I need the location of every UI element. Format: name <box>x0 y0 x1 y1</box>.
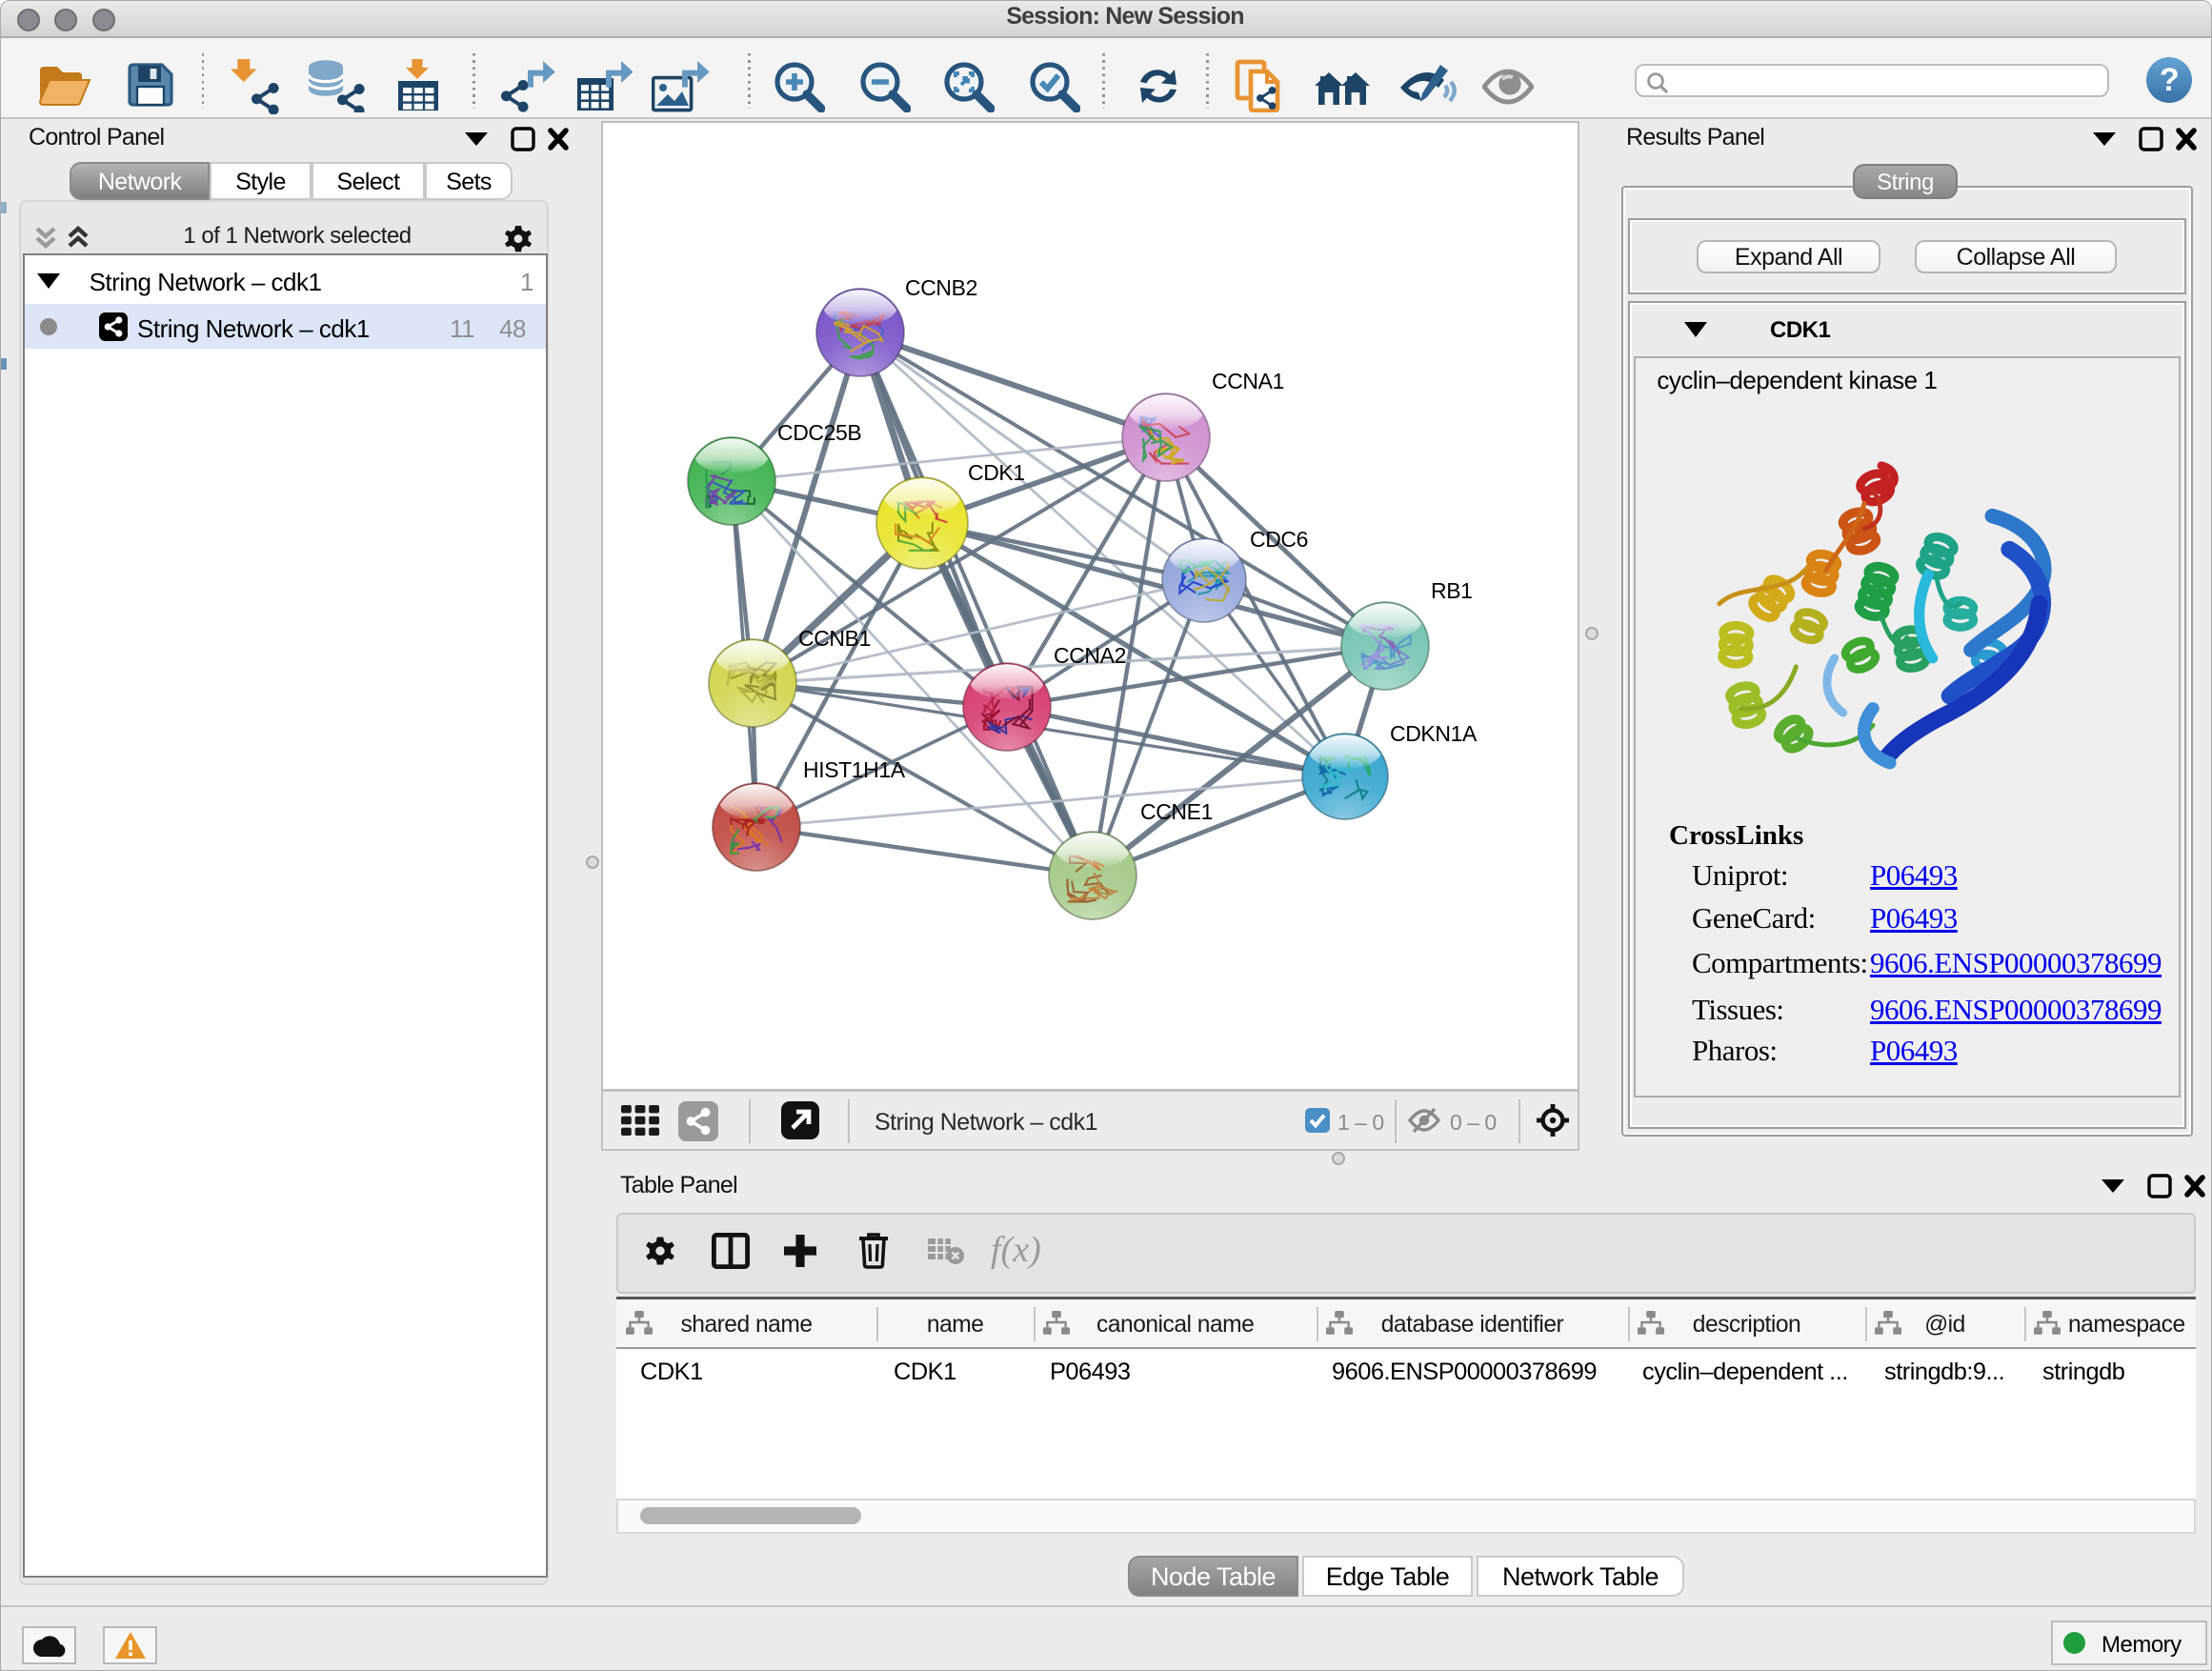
svg-text:CCNE1: CCNE1 <box>1140 799 1213 824</box>
svg-text:CCNB1: CCNB1 <box>798 626 871 651</box>
svg-text:CDC25B: CDC25B <box>777 420 861 445</box>
svg-text:CDK1: CDK1 <box>968 460 1025 485</box>
svg-text:HIST1H1A: HIST1H1A <box>803 757 906 782</box>
svg-text:CCNB2: CCNB2 <box>905 275 977 300</box>
svg-text:RB1: RB1 <box>1431 578 1473 603</box>
svg-text:CCNA1: CCNA1 <box>1212 369 1284 393</box>
svg-text:CDC6: CDC6 <box>1250 527 1308 552</box>
svg-text:CDKN1A: CDKN1A <box>1390 721 1478 746</box>
svg-text:CCNA2: CCNA2 <box>1054 643 1126 668</box>
